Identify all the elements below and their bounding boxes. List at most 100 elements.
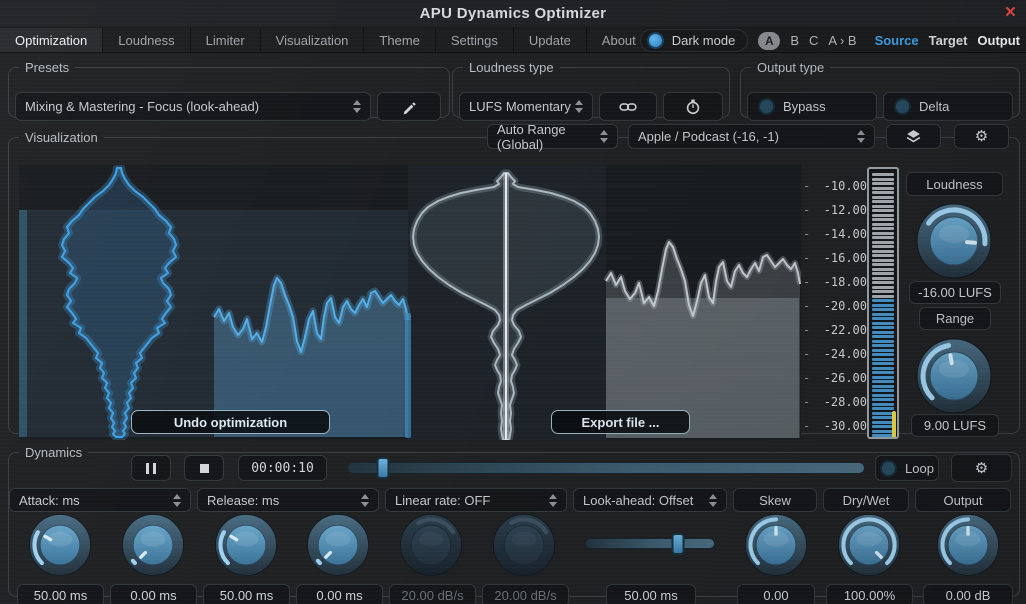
release-offset-value[interactable]: 0.00 ms bbox=[296, 584, 383, 604]
loudness-type-select[interactable]: LUFS Momentary bbox=[459, 92, 593, 121]
title-bar: APU Dynamics Optimizer × bbox=[0, 0, 1026, 28]
delta-radio-icon bbox=[894, 98, 911, 115]
dynamics-group: Dynamics 00:00:10 Loop ⚙ Attack: ms Rele… bbox=[8, 445, 1020, 604]
slot-a-button[interactable]: A bbox=[758, 31, 781, 50]
attack-knob[interactable] bbox=[27, 512, 93, 578]
dry-wet-header[interactable]: Dry/Wet bbox=[823, 488, 909, 512]
look-ahead-slider[interactable] bbox=[585, 532, 715, 555]
scale-tick: -10.00 bbox=[823, 179, 867, 193]
linear-release-rate-knob[interactable] bbox=[491, 512, 557, 578]
window-title: APU Dynamics Optimizer bbox=[419, 5, 607, 22]
release-offset-knob[interactable] bbox=[305, 512, 371, 578]
visualization-group-label: Visualization bbox=[25, 130, 98, 145]
plugin-window: APU Dynamics Optimizer × Optimization Lo… bbox=[0, 0, 1026, 604]
dynamics-settings-button[interactable]: ⚙ bbox=[951, 454, 1012, 482]
tab-optimization[interactable]: Optimization bbox=[0, 28, 104, 52]
link-channels-button[interactable] bbox=[599, 92, 657, 121]
loudness-value[interactable]: -16.00 LUFS bbox=[909, 281, 1001, 304]
loop-toggle[interactable]: Loop bbox=[875, 455, 939, 481]
auto-range-select[interactable]: Auto Range (Global) bbox=[487, 121, 618, 152]
linear-rate-header-label: Linear rate: OFF bbox=[395, 492, 491, 508]
skew-value[interactable]: 0.00 bbox=[737, 584, 815, 604]
loudness-type-label: Loudness type bbox=[469, 60, 554, 75]
loudness-knob[interactable] bbox=[914, 201, 994, 281]
tab-theme[interactable]: Theme bbox=[364, 28, 436, 52]
view-output-button[interactable]: Output bbox=[977, 33, 1020, 48]
range-value[interactable]: 9.00 LUFS bbox=[911, 414, 999, 437]
playback-position-slider[interactable] bbox=[347, 457, 865, 479]
output-type-group: Output type Bypass Delta bbox=[740, 60, 1020, 121]
range-knob[interactable] bbox=[914, 336, 994, 416]
presets-group-label: Presets bbox=[25, 60, 70, 75]
look-ahead-value[interactable]: 50.00 ms bbox=[606, 584, 696, 604]
output-gain-knob[interactable] bbox=[935, 512, 1001, 578]
release-value[interactable]: 50.00 ms bbox=[203, 584, 290, 604]
release-knob[interactable] bbox=[213, 512, 279, 578]
scale-tick: -28.00 bbox=[823, 395, 867, 409]
scale-tick: -20.00 bbox=[823, 299, 867, 313]
pause-button[interactable] bbox=[131, 455, 171, 481]
loudness-plot[interactable]: Undo optimization Export file ... bbox=[19, 165, 801, 440]
playback-slider-handle[interactable] bbox=[376, 457, 390, 479]
loudness-type-value: LUFS Momentary bbox=[469, 99, 571, 114]
export-file-button[interactable]: Export file ... bbox=[551, 410, 690, 434]
stepper-icon bbox=[353, 100, 361, 113]
view-target-button[interactable]: Target bbox=[929, 33, 968, 48]
tab-loudness[interactable]: Loudness bbox=[103, 28, 191, 52]
stop-icon bbox=[199, 463, 209, 473]
stepper-icon bbox=[173, 493, 181, 507]
scale-tick: -18.00 bbox=[823, 275, 867, 289]
look-ahead-slider-handle[interactable] bbox=[671, 532, 685, 555]
target-preset-select[interactable]: Apple / Podcast (-16, -1) bbox=[628, 124, 875, 149]
copy-a-to-b-button[interactable]: A › B bbox=[828, 33, 856, 48]
tab-update[interactable]: Update bbox=[513, 28, 587, 52]
skew-header[interactable]: Skew bbox=[733, 488, 817, 512]
linear-attack-rate-knob[interactable] bbox=[398, 512, 464, 578]
tab-visualization[interactable]: Visualization bbox=[260, 28, 365, 52]
auto-range-value: Auto Range (Global) bbox=[497, 121, 566, 152]
visualization-settings-button[interactable]: ⚙ bbox=[954, 124, 1009, 149]
look-ahead-header-label: Look-ahead: Offset bbox=[583, 492, 694, 508]
attack-mode-select[interactable]: Attack: ms bbox=[9, 488, 191, 512]
dark-mode-label: Dark mode bbox=[671, 33, 736, 48]
tab-settings[interactable]: Settings bbox=[435, 28, 514, 52]
output-gain-value[interactable]: 0.00 dB bbox=[923, 584, 1013, 604]
dry-wet-value[interactable]: 100.00% bbox=[826, 584, 913, 604]
stepper-icon bbox=[361, 493, 369, 507]
attack-value[interactable]: 50.00 ms bbox=[17, 584, 104, 604]
release-mode-select[interactable]: Release: ms bbox=[197, 488, 379, 512]
skew-knob[interactable] bbox=[743, 512, 809, 578]
tab-limiter[interactable]: Limiter bbox=[190, 28, 261, 52]
slot-c-button[interactable]: C bbox=[809, 33, 818, 48]
dry-wet-knob[interactable] bbox=[836, 512, 902, 578]
range-target-button[interactable]: Range bbox=[919, 307, 991, 330]
undo-optimization-button[interactable]: Undo optimization bbox=[131, 410, 330, 434]
dark-mode-toggle[interactable]: Dark mode bbox=[639, 29, 749, 52]
layers-button[interactable] bbox=[886, 124, 941, 149]
close-icon[interactable]: × bbox=[1005, 2, 1016, 24]
target-preset-value: Apple / Podcast (-16, -1) bbox=[638, 129, 779, 144]
delta-toggle[interactable]: Delta bbox=[883, 92, 1013, 121]
linear-attack-rate-value[interactable]: 20.00 dB/s bbox=[389, 584, 476, 604]
stepper-icon bbox=[857, 130, 865, 143]
attack-offset-value[interactable]: 0.00 ms bbox=[110, 584, 197, 604]
loudness-target-button[interactable]: Loudness bbox=[906, 172, 1003, 196]
edit-preset-button[interactable] bbox=[377, 92, 441, 121]
scale-tick: -30.00 bbox=[823, 419, 867, 433]
stop-button[interactable] bbox=[184, 455, 224, 481]
stepper-icon bbox=[709, 493, 717, 507]
slot-b-button[interactable]: B bbox=[790, 33, 799, 48]
bypass-toggle[interactable]: Bypass bbox=[747, 92, 877, 121]
linear-rate-select[interactable]: Linear rate: OFF bbox=[385, 488, 567, 512]
integration-time-button[interactable] bbox=[663, 92, 723, 121]
tab-bar: Optimization Loudness Limiter Visualizat… bbox=[0, 28, 1026, 53]
scale-tick: -12.00 bbox=[823, 203, 867, 217]
view-source-button[interactable]: Source bbox=[875, 33, 919, 48]
loop-label: Loop bbox=[905, 460, 934, 476]
attack-offset-knob[interactable] bbox=[120, 512, 186, 578]
preset-select[interactable]: Mixing & Mastering - Focus (look-ahead) bbox=[15, 92, 371, 121]
release-header-label: Release: ms bbox=[207, 492, 280, 508]
linear-release-rate-value[interactable]: 20.00 dB/s bbox=[482, 584, 569, 604]
output-header[interactable]: Output bbox=[915, 488, 1011, 512]
look-ahead-select[interactable]: Look-ahead: Offset bbox=[573, 488, 727, 512]
